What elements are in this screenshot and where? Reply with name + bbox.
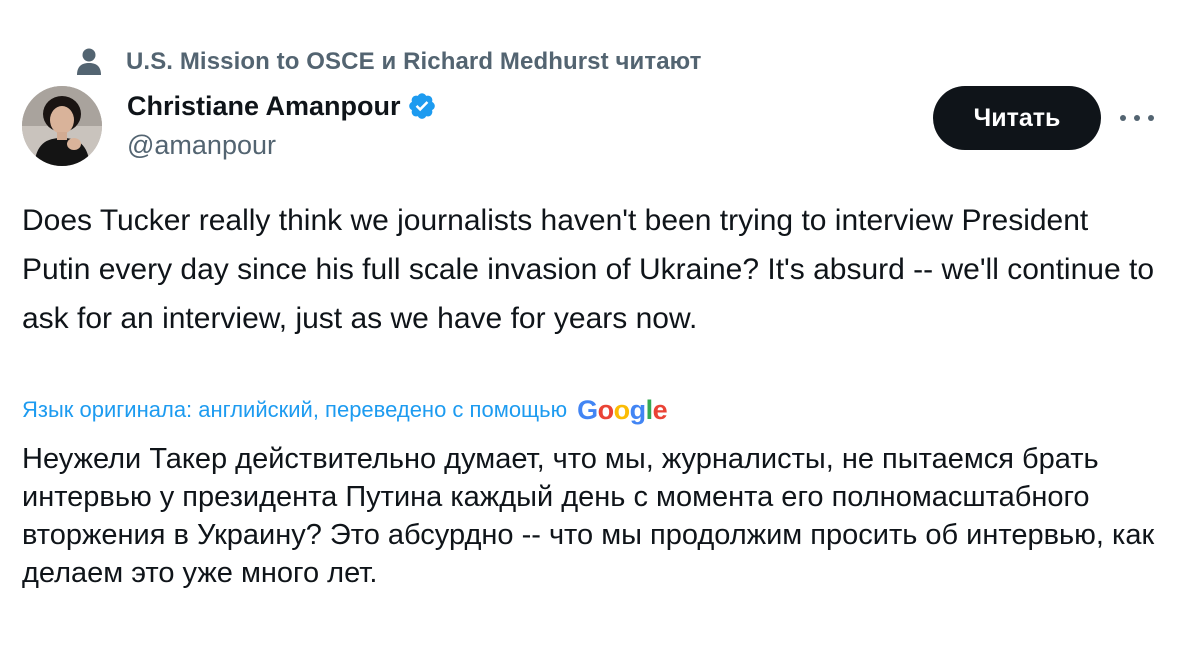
person-icon — [74, 47, 104, 77]
tweet-card: U.S. Mission to OSCE и Richard Medhurst … — [0, 0, 1189, 656]
translation-label: Язык оригинала: английский, переведено с… — [22, 397, 568, 422]
author-handle[interactable]: @amanpour — [127, 130, 276, 161]
more-horizontal-icon[interactable] — [1120, 106, 1154, 130]
tweet-text: Does Tucker really think we journalists … — [22, 204, 1155, 335]
author-name[interactable]: Christiane Amanpour — [127, 91, 401, 122]
social-context[interactable]: U.S. Mission to OSCE и Richard Medhurst … — [74, 46, 702, 78]
google-logo: Google — [577, 394, 668, 425]
avatar[interactable] — [22, 86, 102, 166]
author-name-row[interactable]: Christiane Amanpour — [127, 88, 437, 124]
follow-button[interactable]: Читать — [933, 86, 1101, 150]
social-context-text: U.S. Mission to OSCE и Richard Medhurst … — [126, 48, 702, 75]
verified-badge-icon[interactable] — [407, 91, 437, 121]
translated-text: Неужели Такер действительно думает, что … — [22, 443, 1155, 589]
translation-info: Язык оригинала: английский, переведено с… — [22, 392, 668, 428]
